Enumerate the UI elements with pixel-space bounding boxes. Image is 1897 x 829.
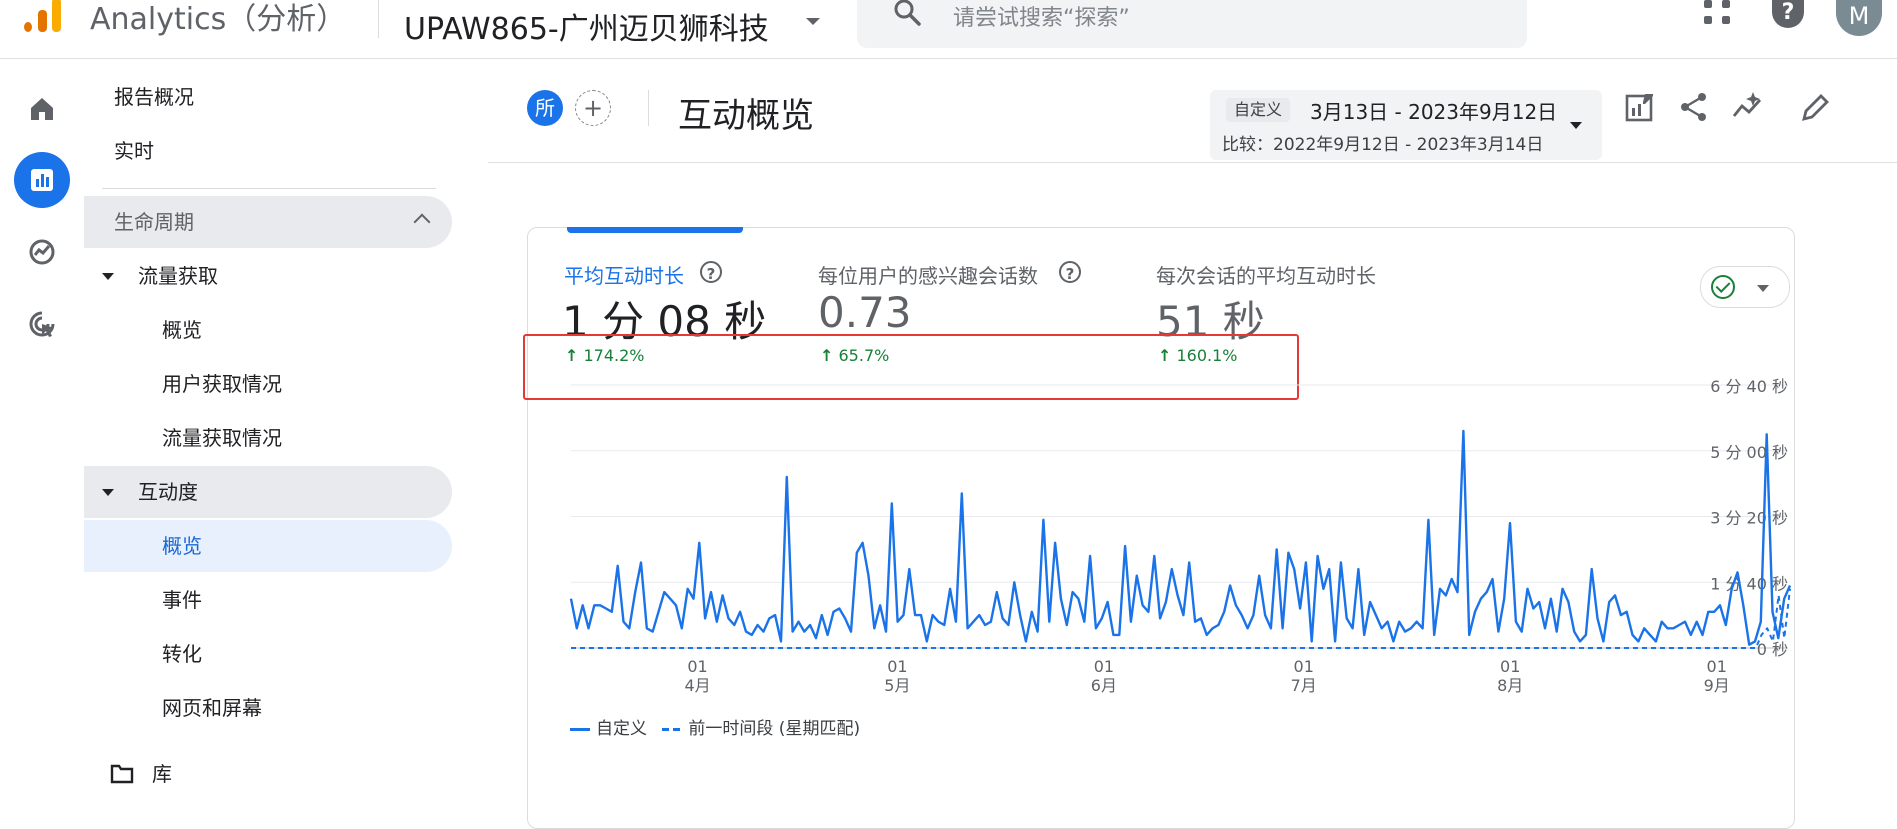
y-tick-label: 5 分 00 秒 — [1710, 443, 1788, 462]
chart-legend: 自定义 前一时间段 (星期匹配) — [570, 714, 860, 739]
x-tick-day: 01 — [1294, 657, 1314, 676]
x-tick-month: 7月 — [1291, 676, 1317, 695]
engagement-line-chart: 0 秒1 分 40 秒3 分 20 秒5 分 00 秒6 分 40 秒 014月… — [569, 377, 1792, 695]
x-tick-month: 5月 — [884, 676, 910, 695]
x-tick-day: 01 — [1500, 657, 1520, 676]
legend-solid-swatch — [570, 727, 590, 731]
x-tick-day: 01 — [1094, 657, 1114, 676]
legend-current: 自定义 — [596, 719, 647, 739]
x-tick-month: 4月 — [684, 676, 710, 695]
legend-previous: 前一时间段 (星期匹配) — [688, 719, 861, 739]
y-tick-label: 3 分 20 秒 — [1710, 509, 1788, 528]
x-tick-month: 6月 — [1091, 676, 1117, 695]
y-tick-label: 6 分 40 秒 — [1710, 377, 1788, 396]
x-tick-day: 01 — [887, 657, 907, 676]
x-tick-month: 9月 — [1704, 676, 1730, 695]
x-tick-month: 8月 — [1497, 676, 1523, 695]
y-tick-label: 0 秒 — [1757, 640, 1788, 659]
series-current-line — [569, 429, 1792, 646]
x-tick-day: 01 — [687, 657, 707, 676]
x-tick-day: 01 — [1707, 657, 1727, 676]
legend-dashed-swatch — [662, 727, 683, 731]
y-tick-label: 1 分 40 秒 — [1710, 574, 1788, 593]
